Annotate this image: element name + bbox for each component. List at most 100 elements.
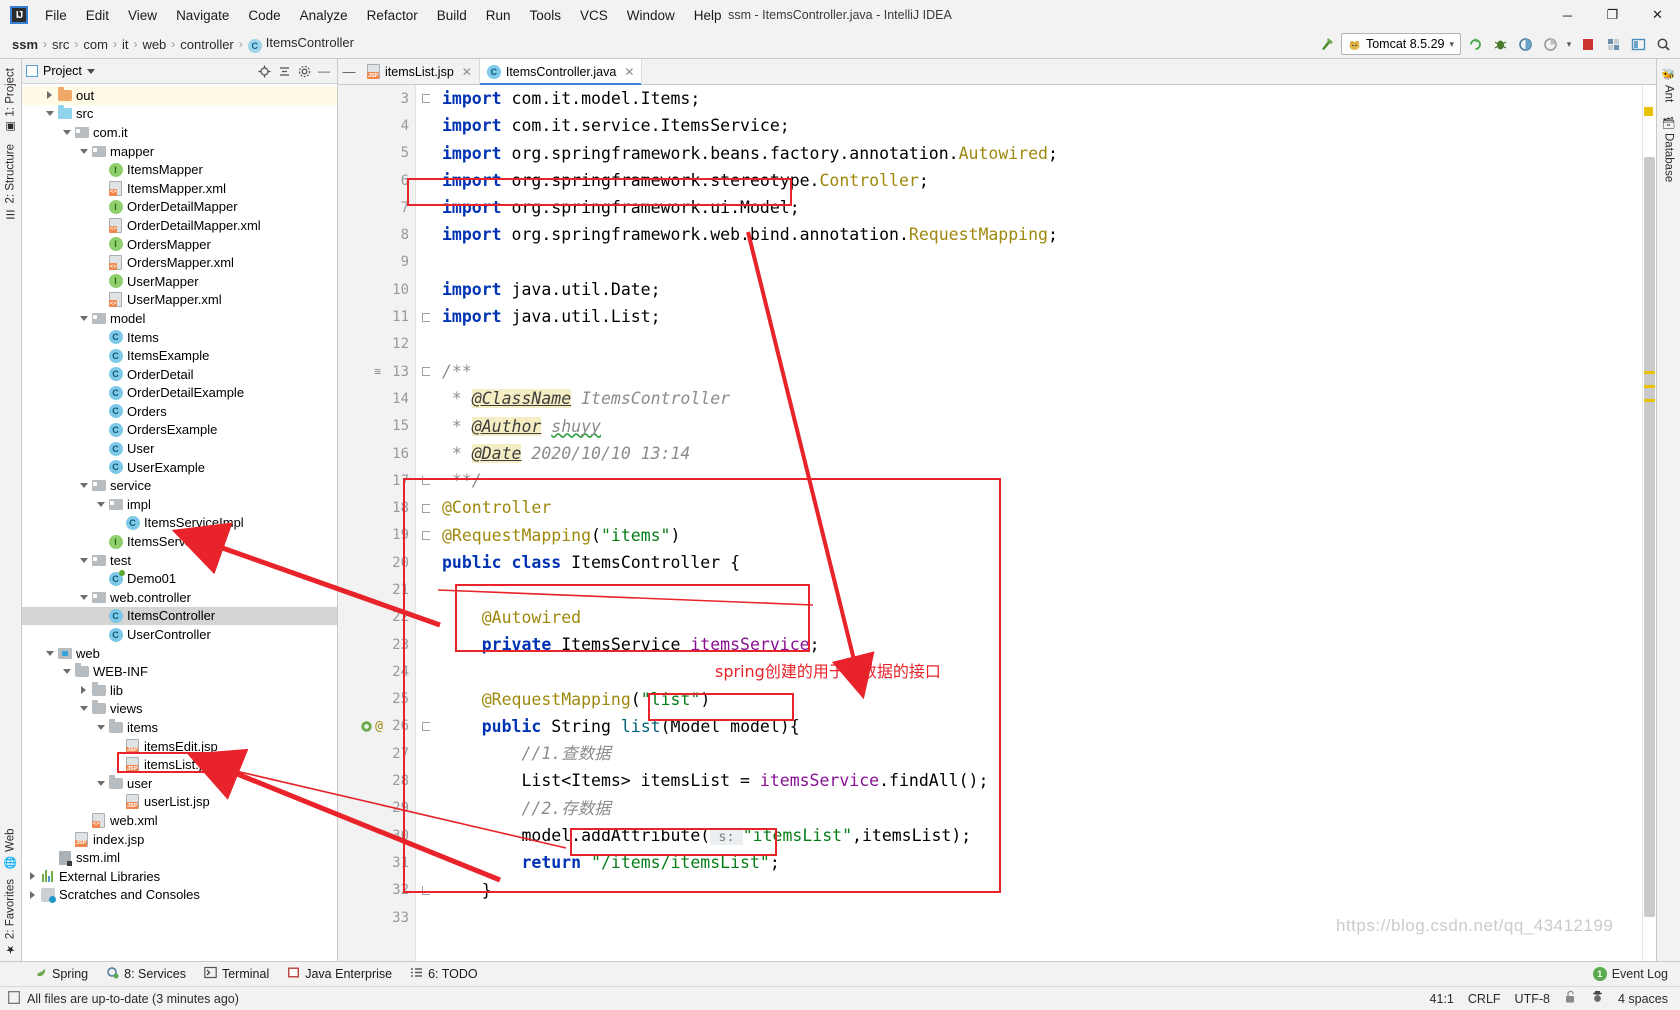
tree-item-orderdetailmapper-xml[interactable]: <> OrderDetailMapper.xml xyxy=(22,216,337,235)
tree-item-userexample[interactable]: C UserExample xyxy=(22,458,337,477)
expand-arrow-icon[interactable] xyxy=(47,91,52,100)
line-number[interactable]: 3 xyxy=(338,85,415,112)
tool-window-ant[interactable]: 🐝 Ant xyxy=(1659,63,1678,108)
line-number[interactable]: ≡ 13 xyxy=(338,358,415,385)
fold-cell[interactable] xyxy=(416,140,436,167)
menu-run[interactable]: Run xyxy=(477,4,520,27)
line-number[interactable]: 22 xyxy=(338,604,415,631)
close-button[interactable]: ✕ xyxy=(1635,0,1680,30)
tree-twisty[interactable] xyxy=(94,501,107,507)
fold-cell[interactable] xyxy=(416,385,436,412)
collapse-all-icon[interactable] xyxy=(275,62,293,80)
minimize-button[interactable]: ─ xyxy=(1545,0,1590,30)
code-line[interactable]: public class ItemsController { xyxy=(442,549,1642,576)
menu-edit[interactable]: Edit xyxy=(77,4,118,27)
code-line[interactable]: //2.存数据 xyxy=(442,795,1642,822)
code-line[interactable]: import org.springframework.web.bind.anno… xyxy=(442,221,1642,248)
fold-region-end-icon[interactable] xyxy=(422,885,430,895)
fold-region-icon[interactable] xyxy=(422,721,430,731)
menu-vcs[interactable]: VCS xyxy=(571,4,617,27)
code-line[interactable]: @RequestMapping("items") xyxy=(442,522,1642,549)
fold-cell[interactable] xyxy=(416,604,436,631)
tree-twisty[interactable] xyxy=(60,669,73,675)
fold-cell[interactable] xyxy=(416,822,436,849)
code-folding-column[interactable] xyxy=(416,85,436,961)
tree-item-web-xml[interactable]: <> web.xml xyxy=(22,811,337,830)
fold-cell[interactable] xyxy=(416,440,436,467)
tree-item-itemsexample[interactable]: C ItemsExample xyxy=(22,346,337,365)
encoding[interactable]: UTF-8 xyxy=(1515,992,1550,1006)
tree-item-userlist-jsp[interactable]: JSP userList.jsp xyxy=(22,793,337,812)
tree-twisty[interactable] xyxy=(77,483,90,489)
todo-marker[interactable] xyxy=(1644,371,1655,374)
menu-refactor[interactable]: Refactor xyxy=(358,4,427,27)
tree-item-ordersmapper-xml[interactable]: <> OrdersMapper.xml xyxy=(22,253,337,272)
tree-item-mapper[interactable]: mapper xyxy=(22,142,337,161)
collapse-arrow-icon[interactable] xyxy=(45,111,54,117)
line-number[interactable]: 32 xyxy=(338,877,415,904)
fold-region-end-icon[interactable] xyxy=(422,476,430,486)
code-line[interactable]: * @Date 2020/10/10 13:14 xyxy=(442,440,1642,467)
line-number[interactable]: 16 xyxy=(338,440,415,467)
tree-twisty[interactable] xyxy=(60,129,73,135)
code-line[interactable]: import org.springframework.beans.factory… xyxy=(442,140,1642,167)
line-number[interactable]: 12 xyxy=(338,331,415,358)
tree-item-service[interactable]: service xyxy=(22,476,337,495)
tree-twisty[interactable] xyxy=(94,780,107,786)
collapse-arrow-icon[interactable] xyxy=(79,315,88,321)
fold-cell[interactable] xyxy=(416,221,436,248)
build-hammer-icon[interactable] xyxy=(1316,33,1338,55)
fold-cell[interactable] xyxy=(416,740,436,767)
code-line[interactable] xyxy=(442,249,1642,276)
warning-marker[interactable] xyxy=(1644,107,1653,116)
line-number[interactable]: 19 xyxy=(338,522,415,549)
breadcrumb-item-src[interactable]: src xyxy=(48,37,73,52)
collapse-arrow-icon[interactable] xyxy=(45,650,54,656)
editor-scrollbar-thumb[interactable] xyxy=(1644,157,1655,917)
line-number[interactable]: 23 xyxy=(338,631,415,658)
menu-build[interactable]: Build xyxy=(428,4,476,27)
code-line[interactable] xyxy=(442,331,1642,358)
fold-cell[interactable] xyxy=(416,795,436,822)
tree-item-com-it[interactable]: com.it xyxy=(22,123,337,142)
menu-help[interactable]: Help xyxy=(685,4,731,27)
tree-item-web-inf[interactable]: WEB-INF xyxy=(22,662,337,681)
tree-item-usercontroller[interactable]: C UserController xyxy=(22,625,337,644)
fold-cell[interactable] xyxy=(416,713,436,740)
tree-item-model[interactable]: model xyxy=(22,309,337,328)
fold-cell[interactable] xyxy=(416,877,436,904)
profile-icon[interactable] xyxy=(1539,33,1561,55)
tree-twisty[interactable] xyxy=(94,724,107,730)
tree-item-itemsservice[interactable]: I ItemsService xyxy=(22,532,337,551)
line-separator[interactable]: CRLF xyxy=(1468,992,1501,1006)
tool-window-structure[interactable]: ☰ 2: Structure xyxy=(1,139,20,225)
tool-window-web[interactable]: 🌐 Web xyxy=(1,823,20,874)
code-line[interactable]: //1.查数据 xyxy=(442,740,1642,767)
code-line[interactable]: @Autowired xyxy=(442,604,1642,631)
fold-cell[interactable] xyxy=(416,194,436,221)
tree-twisty[interactable] xyxy=(26,872,39,881)
code-text-area[interactable]: import com.it.model.Items; import com.it.… xyxy=(436,85,1642,961)
expand-arrow-icon[interactable] xyxy=(81,686,86,695)
tree-item-items[interactable]: C Items xyxy=(22,328,337,347)
run-configuration-selector[interactable]: Tomcat 8.5.29 ▾ xyxy=(1340,33,1461,55)
profile-dropdown-icon[interactable]: ▾ xyxy=(1564,33,1574,55)
line-number[interactable]: 14 xyxy=(338,385,415,412)
tree-item-items[interactable]: items xyxy=(22,718,337,737)
tree-item-out[interactable]: out xyxy=(22,86,337,105)
tree-item-orders[interactable]: C Orders xyxy=(22,402,337,421)
fold-cell[interactable] xyxy=(416,549,436,576)
expand-arrow-icon[interactable] xyxy=(30,890,35,899)
indent-setting[interactable]: 4 spaces xyxy=(1618,992,1668,1006)
tree-item-impl[interactable]: impl xyxy=(22,495,337,514)
menu-view[interactable]: View xyxy=(119,4,166,27)
fold-region-icon[interactable] xyxy=(422,312,430,322)
caret-position[interactable]: 41:1 xyxy=(1430,992,1454,1006)
maximize-button[interactable]: ❐ xyxy=(1590,0,1635,30)
fold-region-icon[interactable] xyxy=(422,367,430,377)
tree-twisty[interactable] xyxy=(43,91,56,100)
breadcrumb-item-class[interactable]: C ItemsController xyxy=(244,35,358,53)
tree-item-user[interactable]: C User xyxy=(22,439,337,458)
code-line[interactable]: import org.springframework.ui.Model; xyxy=(442,194,1642,221)
line-number-gutter[interactable]: 3 4 5 6 7 8 9 10 11 12 ≡ 13 14 15 16 17 18 19 20 21 22 23 24 25… xyxy=(338,85,416,961)
